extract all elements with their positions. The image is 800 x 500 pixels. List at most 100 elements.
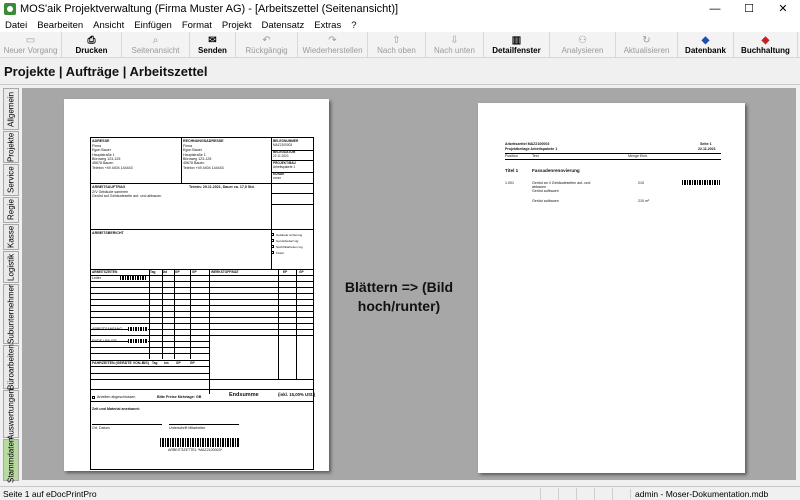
menu-datensatz[interactable]: Datensatz	[256, 20, 309, 31]
col-heading: GP	[299, 270, 304, 274]
table-row-line	[90, 323, 314, 324]
sidebar-tab-auswertungen[interactable]: Auswertungen	[3, 388, 19, 440]
fertig-label: Arbeiten abgeschlossen	[97, 395, 136, 399]
col-heading: Tag	[152, 361, 158, 365]
sidebar-tab-projekte[interactable]: Projekte	[3, 131, 19, 163]
status-left: Seite 1 auf eDocPrintPro	[3, 488, 97, 499]
adresse-line: Telefon +49 4404 144443	[92, 165, 133, 170]
table-row-line	[90, 311, 314, 312]
window-title: MOS'aik Projektverwaltung (Firma Muster …	[20, 3, 399, 15]
checkbox	[271, 233, 274, 236]
sidebar-tab-logistik[interactable]: Logistik	[3, 251, 19, 283]
termin-text: Termin: 29.11.2021, Dauer ca. 17,5 Std.	[189, 185, 255, 189]
inkl-ust-label: (inkl. 15,00% USt.)	[278, 392, 316, 397]
col-heading: GP	[175, 270, 180, 274]
side-value: 22.11.2021	[273, 154, 289, 158]
close-button[interactable]: ✕	[766, 0, 800, 18]
toolbar-wiederherstellen-button[interactable]: ↷ Wiederherstellen	[298, 32, 368, 57]
col-heading: EP	[283, 270, 288, 274]
toolbar-label: Analysieren	[561, 45, 604, 55]
table-row-line	[90, 335, 314, 336]
col-heading: Std	[162, 270, 168, 274]
toolbar-aktualisieren-button[interactable]: ↻ Aktualisieren	[616, 32, 678, 57]
sidebar-tab-kasse[interactable]: Kasse	[3, 224, 19, 250]
database-icon: ◆	[701, 34, 710, 46]
menu-projekt[interactable]: Projekt	[217, 20, 257, 31]
p2-project: Projektbeilage Arbeitspakete 1	[505, 147, 558, 151]
menu-format[interactable]: Format	[177, 20, 217, 31]
page-preview-icon: ⌕	[152, 34, 159, 46]
menu-ansicht[interactable]: Ansicht	[88, 20, 129, 31]
breadcrumb: Projekte | Aufträge | Arbeitszettel	[4, 64, 208, 79]
col-heading: km	[164, 361, 169, 365]
adresse-heading: ADRESSE	[92, 139, 110, 143]
sidebar-tab-stammdaten[interactable]: Stammdaten	[3, 437, 19, 483]
printer-icon: ⎙	[87, 34, 96, 46]
toolbar-analysieren-button[interactable]: ⚇ Analysieren	[550, 32, 616, 57]
sidebar-tab-allgemein[interactable]: Allgemein	[3, 88, 19, 130]
table-row-line	[90, 299, 314, 300]
toolbar-nach-oben-button[interactable]: ⇧ Nach oben	[368, 32, 426, 57]
p2-col-menge: Menge Einh.	[628, 154, 649, 158]
toolbar-senden-button[interactable]: ✉ Senden	[190, 32, 236, 57]
toolbar-seitenansicht-button[interactable]: ⌕ Seitenansicht	[122, 32, 190, 57]
toolbar-neuer-vorgang-button[interactable]: ▭ Neuer Vorgang	[0, 32, 62, 57]
menu-extras[interactable]: Extras	[309, 20, 346, 31]
sidebar-tab-subunternehmer[interactable]: Subunternehmer	[3, 284, 19, 344]
preview-page-1[interactable]: ADRESSE Firma Egon Bauer Hauptstraße 1 Büro…	[64, 99, 329, 471]
checkbox	[271, 239, 274, 242]
p2-item2-text: Gerüst aufbauen	[532, 199, 559, 203]
side-value: MAZ2100003	[273, 143, 293, 147]
preview-page-2[interactable]: Arbeitszettel MAZ2100003 Projektbeilage …	[478, 103, 745, 473]
side-value: xxxxx	[273, 176, 281, 180]
check-label: Gebäude sicherung	[276, 232, 303, 237]
status-bar: Seite 1 auf eDocPrintPro admin - Moser-D…	[0, 486, 800, 500]
menu-datei[interactable]: Datei	[0, 20, 32, 31]
checkbox	[271, 251, 274, 254]
p2-item1-qty: 210	[638, 181, 644, 185]
minimize-button[interactable]: —	[698, 0, 732, 18]
toolbar-nach-unten-button[interactable]: ⇩ Nach unten	[426, 32, 484, 57]
toolbar-label: Detailfenster	[492, 45, 541, 55]
sidebar-tab-regie[interactable]: Regie	[3, 197, 19, 223]
anfahrt-label: ARBEITSANFANG	[92, 327, 123, 331]
toolbar-datenbank-button[interactable]: ◆ Datenbank	[678, 32, 734, 57]
bericht-heading: ARBEITSBERICHT	[92, 231, 124, 235]
auftrag-line: Gerüst auf Gebäudeseite auf- und abbauen	[92, 194, 162, 199]
ort-datum-label: Ort, Datum	[92, 426, 110, 430]
toolbar-label: Buchhaltung	[741, 45, 790, 55]
side-value: Arbeitspakete 1	[273, 165, 296, 169]
toolbar-rückgängig-button[interactable]: ↶ Rückgängig	[236, 32, 298, 57]
toolbar: ▭ Neuer Vorgang ⎙ Drucken ⌕ Seitenansicht ✉ Sen…	[0, 32, 800, 58]
app-icon	[4, 3, 16, 15]
p2-col-position: Position	[505, 154, 518, 158]
sidebar-tab-service[interactable]: Service	[3, 164, 19, 196]
menu-bearbeiten[interactable]: Bearbeiten	[32, 20, 88, 31]
col-heading: GP	[190, 361, 195, 365]
menu-[interactable]: ?	[346, 20, 361, 31]
toolbar-label: Senden	[198, 45, 227, 55]
sidebar-tab-bueroarbeiten[interactable]: Büroarbeiten	[3, 344, 19, 390]
new-document-icon: ▭	[25, 34, 36, 46]
check-label: Fixiert	[276, 250, 285, 255]
maximize-button[interactable]: ☐	[732, 0, 766, 18]
table-row-line	[90, 287, 314, 288]
accounting-icon: ◆	[761, 34, 770, 46]
col-heading: GP	[176, 361, 181, 365]
toolbar-label: Drucken	[75, 45, 108, 55]
col-heading: Tag	[150, 270, 156, 274]
toolbar-label: Nach unten	[434, 45, 475, 55]
col-heading: GP	[192, 270, 197, 274]
menu-einfügen[interactable]: Einfügen	[129, 20, 177, 31]
row-leiter: Leiter	[92, 276, 101, 280]
mehrtage-label: Bitte Preise Mehrtage: GB	[157, 395, 202, 399]
toolbar-detailfenster-button[interactable]: ▥ Detailfenster	[484, 32, 550, 57]
toolbar-drucken-button[interactable]: ⎙ Drucken	[62, 32, 122, 57]
toolbar-label: Neuer Vorgang	[3, 45, 58, 55]
fahrzeiten-heading: FAHRZEITEN (GERÄTE VON-BIS)	[92, 361, 149, 365]
print-preview-area[interactable]: ADRESSE Firma Egon Bauer Hauptstraße 1 Büro…	[22, 88, 796, 480]
toolbar-buchhaltung-button[interactable]: ◆ Buchhaltung	[734, 32, 798, 57]
auftrag-heading: ARBEITSAUFTRAG	[92, 185, 126, 189]
table-row-line	[90, 317, 314, 318]
envelope-icon: ✉	[208, 34, 217, 46]
